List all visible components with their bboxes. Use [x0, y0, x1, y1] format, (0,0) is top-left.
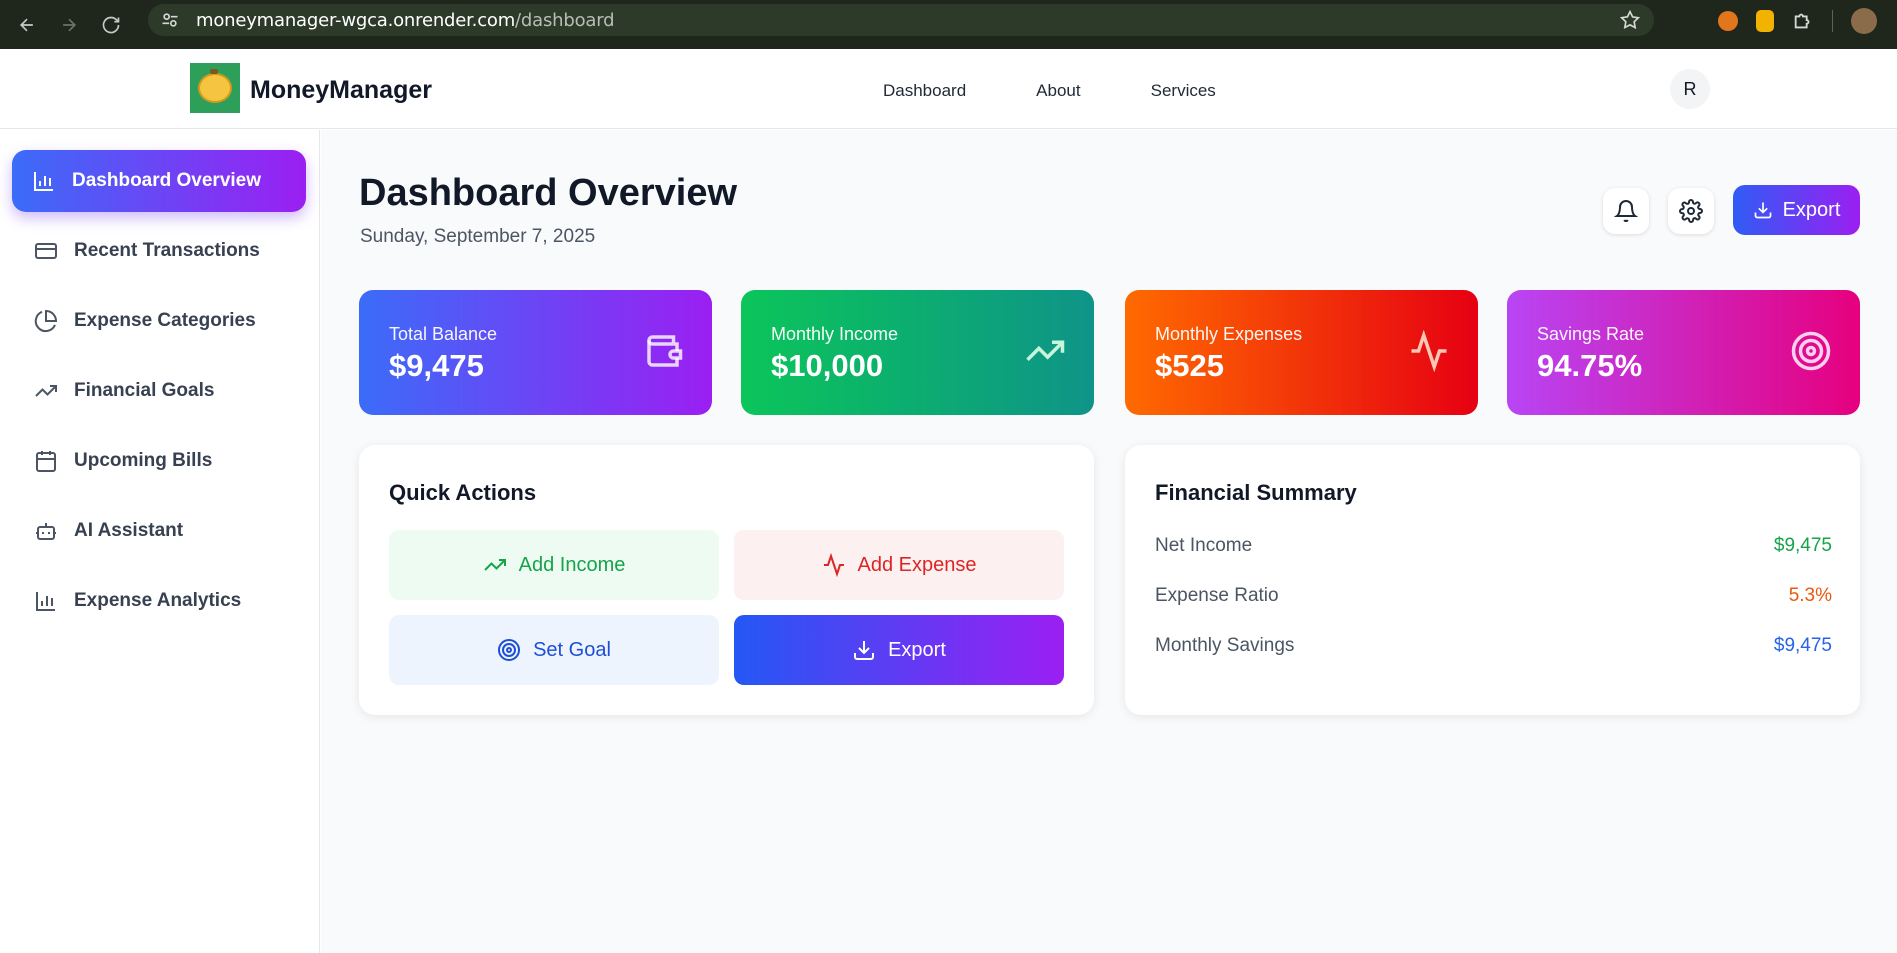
- export-button-label: Export: [1782, 198, 1841, 221]
- stat-value: $9,475: [389, 348, 484, 383]
- main-content: Dashboard Overview Sunday, September 7, …: [321, 130, 1897, 953]
- nav-link-about[interactable]: About: [1036, 81, 1080, 101]
- notifications-button[interactable]: [1603, 188, 1649, 234]
- url-text: moneymanager-wgca.onrender.com/dashboard: [196, 9, 615, 31]
- stat-label: Monthly Expenses: [1155, 324, 1303, 344]
- sidebar-item-label: Financial Goals: [74, 380, 215, 401]
- user-avatar[interactable]: R: [1670, 69, 1710, 109]
- trending-up-icon: [483, 559, 506, 571]
- sidebar-item-label: Dashboard Overview: [72, 170, 262, 191]
- summary-value: $9,475: [1773, 535, 1832, 556]
- add-expense-button[interactable]: Add Expense: [734, 530, 1064, 600]
- target-icon: [498, 639, 521, 661]
- back-arrow-icon[interactable]: [12, 10, 42, 40]
- main-nav: Dashboard About Services: [883, 81, 1216, 101]
- stat-label: Monthly Income: [771, 324, 899, 344]
- sidebar-item-label: Recent Transactions: [74, 240, 260, 261]
- trending-up-icon: [1024, 330, 1066, 372]
- set-goal-button[interactable]: Set Goal: [389, 615, 719, 685]
- stat-label: Savings Rate: [1537, 324, 1645, 344]
- set-goal-label: Set Goal: [533, 638, 611, 661]
- credit-card-icon: [35, 243, 57, 259]
- add-expense-label: Add Expense: [857, 553, 977, 576]
- stat-card-total-balance: Total Balance $9,475: [359, 290, 712, 415]
- bot-icon: [36, 523, 56, 540]
- summary-value: $9,475: [1773, 635, 1832, 656]
- reload-icon[interactable]: [96, 10, 126, 40]
- settings-button[interactable]: [1668, 188, 1714, 234]
- stat-card-monthly-income: Monthly Income $10,000: [741, 290, 1094, 415]
- summary-value: 5.3%: [1788, 585, 1832, 606]
- browser-toolbar: moneymanager-wgca.onrender.com/dashboard: [0, 0, 1897, 49]
- stat-card-savings-rate: Savings Rate 94.75%: [1507, 290, 1860, 415]
- target-icon: [1790, 330, 1832, 372]
- forward-arrow-icon[interactable]: [54, 10, 84, 40]
- sidebar: Dashboard Overview Recent Transactions E…: [0, 130, 320, 953]
- metamask-extension-icon[interactable]: [1718, 11, 1738, 31]
- bookmark-star-icon[interactable]: [1620, 10, 1640, 30]
- download-icon: [1754, 202, 1771, 219]
- stat-value: 94.75%: [1537, 348, 1643, 383]
- summary-label: Monthly Savings: [1155, 635, 1295, 656]
- financial-summary-title: Financial Summary: [1155, 480, 1357, 505]
- bell-icon: [1614, 200, 1638, 223]
- add-income-button[interactable]: Add Income: [389, 530, 719, 600]
- sidebar-item-expense-analytics[interactable]: Expense Analytics: [12, 570, 306, 632]
- quick-export-button[interactable]: Export: [734, 615, 1064, 685]
- stat-card-monthly-expenses: Monthly Expenses $525: [1125, 290, 1478, 415]
- financial-summary-panel: Financial Summary Net Income $9,475 Expe…: [1125, 445, 1860, 715]
- calendar-icon: [36, 451, 56, 472]
- brand-name[interactable]: MoneyManager: [250, 76, 432, 105]
- extensions-area: [1718, 8, 1877, 34]
- summary-label: Net Income: [1155, 535, 1253, 556]
- stat-value: $10,000: [771, 348, 884, 383]
- page-title: Dashboard Overview: [359, 172, 738, 214]
- toolbar-divider: [1832, 10, 1833, 32]
- activity-icon: [1408, 329, 1450, 373]
- piggy-bank-logo-icon[interactable]: [190, 63, 240, 113]
- clipboard-extension-icon[interactable]: [1756, 10, 1774, 32]
- quick-export-label: Export: [888, 638, 946, 661]
- pie-chart-icon: [34, 309, 58, 332]
- wallet-icon: [642, 330, 684, 372]
- page-date: Sunday, September 7, 2025: [360, 226, 596, 247]
- sidebar-item-ai-assistant[interactable]: AI Assistant: [12, 500, 306, 562]
- address-bar[interactable]: moneymanager-wgca.onrender.com/dashboard: [148, 4, 1654, 36]
- sidebar-item-expense-categories[interactable]: Expense Categories: [12, 290, 306, 352]
- add-income-label: Add Income: [518, 553, 626, 576]
- quick-actions-title: Quick Actions: [389, 480, 537, 505]
- download-icon: [854, 641, 875, 660]
- sidebar-item-label: Expense Analytics: [74, 590, 242, 611]
- sidebar-item-financial-goals[interactable]: Financial Goals: [12, 360, 306, 422]
- sidebar-item-recent-transactions[interactable]: Recent Transactions: [12, 220, 306, 282]
- sidebar-item-label: AI Assistant: [74, 520, 184, 541]
- stat-label: Total Balance: [389, 324, 498, 344]
- sidebar-item-label: Upcoming Bills: [74, 450, 213, 471]
- stat-value: $525: [1155, 348, 1224, 383]
- sidebar-item-upcoming-bills[interactable]: Upcoming Bills: [12, 430, 306, 492]
- site-settings-icon[interactable]: [160, 10, 180, 30]
- top-navigation: MoneyManager Dashboard About Services R: [0, 49, 1897, 129]
- extensions-puzzle-icon[interactable]: [1792, 10, 1814, 32]
- nav-link-services[interactable]: Services: [1151, 81, 1216, 101]
- bar-chart-icon: [36, 592, 55, 611]
- summary-label: Expense Ratio: [1155, 585, 1279, 606]
- nav-link-dashboard[interactable]: Dashboard: [883, 81, 966, 101]
- export-button[interactable]: Export: [1733, 185, 1860, 235]
- quick-actions-panel: Quick Actions Add Income Add Expense Set…: [359, 445, 1094, 715]
- activity-icon: [823, 553, 844, 577]
- sidebar-item-dashboard-overview[interactable]: Dashboard Overview: [12, 150, 306, 212]
- browser-profile-avatar[interactable]: [1851, 8, 1877, 34]
- trending-up-icon: [35, 385, 57, 397]
- bar-chart-icon: [34, 172, 53, 191]
- gear-icon: [1679, 199, 1703, 223]
- sidebar-item-label: Expense Categories: [74, 310, 256, 331]
